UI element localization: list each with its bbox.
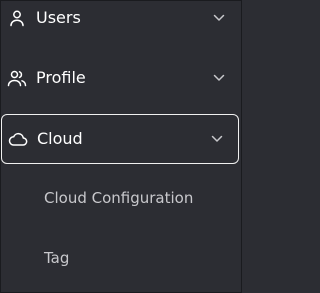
sidebar-item-users[interactable]: Users [0,0,242,44]
submenu-item-label: Cloud Configuration [44,189,194,207]
chevron-down-icon[interactable] [210,132,224,146]
sidebar-menu: Users Profile Cloud Cloud Configuration … [0,0,242,293]
cloud-icon [8,129,28,149]
sidebar-item-label: Users [36,8,81,27]
sidebar-item-label: Cloud [37,129,83,148]
chevron-down-icon[interactable] [212,71,226,85]
submenu-item-tag[interactable]: Tag [0,238,242,278]
submenu-item-label: Tag [44,249,70,267]
users-icon [7,68,27,88]
submenu-item-cloud-configuration[interactable]: Cloud Configuration [0,178,242,218]
sidebar-item-label: Profile [36,68,86,87]
user-icon [7,8,27,28]
sidebar-item-cloud[interactable]: Cloud [1,114,239,164]
sidebar-item-profile[interactable]: Profile [0,52,242,104]
chevron-down-icon[interactable] [212,11,226,25]
